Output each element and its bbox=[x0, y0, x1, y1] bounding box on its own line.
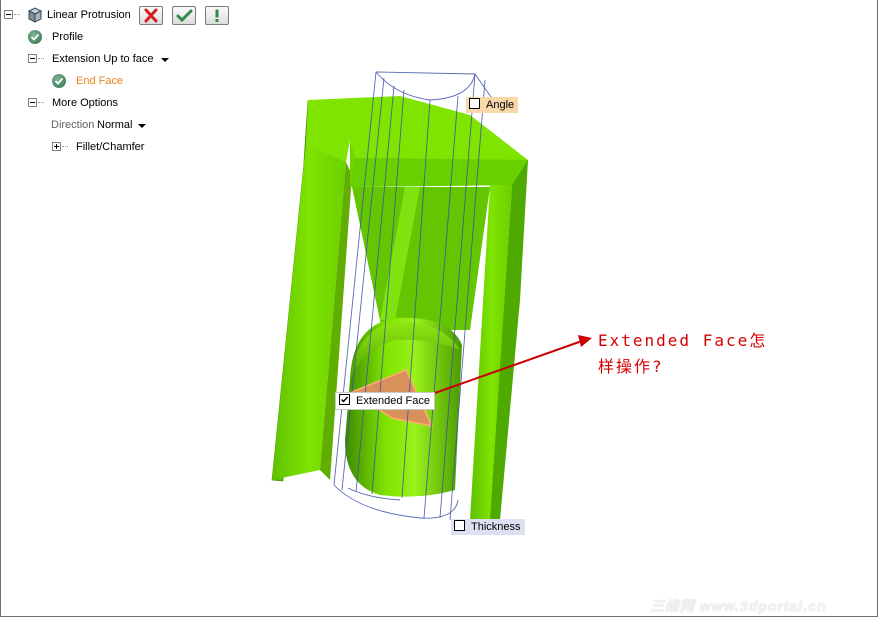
checkmark-icon bbox=[341, 396, 349, 403]
angle-checkbox[interactable] bbox=[469, 98, 480, 109]
annotation-callout: Extended Face怎样操作? bbox=[593, 326, 769, 382]
angle-label: Angle bbox=[486, 99, 515, 111]
part-body[interactable] bbox=[271, 96, 528, 535]
thickness-label: Thickness bbox=[471, 521, 521, 533]
thickness-handle[interactable]: Thickness bbox=[451, 519, 525, 535]
angle-handle[interactable]: Angle bbox=[466, 97, 519, 113]
thickness-checkbox[interactable] bbox=[454, 520, 465, 531]
model-viewport[interactable] bbox=[0, 0, 878, 618]
watermark: 三维网 www.3dportal.cn bbox=[650, 598, 827, 614]
extended-face-label: Extended Face bbox=[356, 395, 430, 407]
extended-face-handle[interactable]: Extended Face bbox=[335, 392, 435, 410]
extended-face-checkbox[interactable] bbox=[339, 394, 350, 405]
